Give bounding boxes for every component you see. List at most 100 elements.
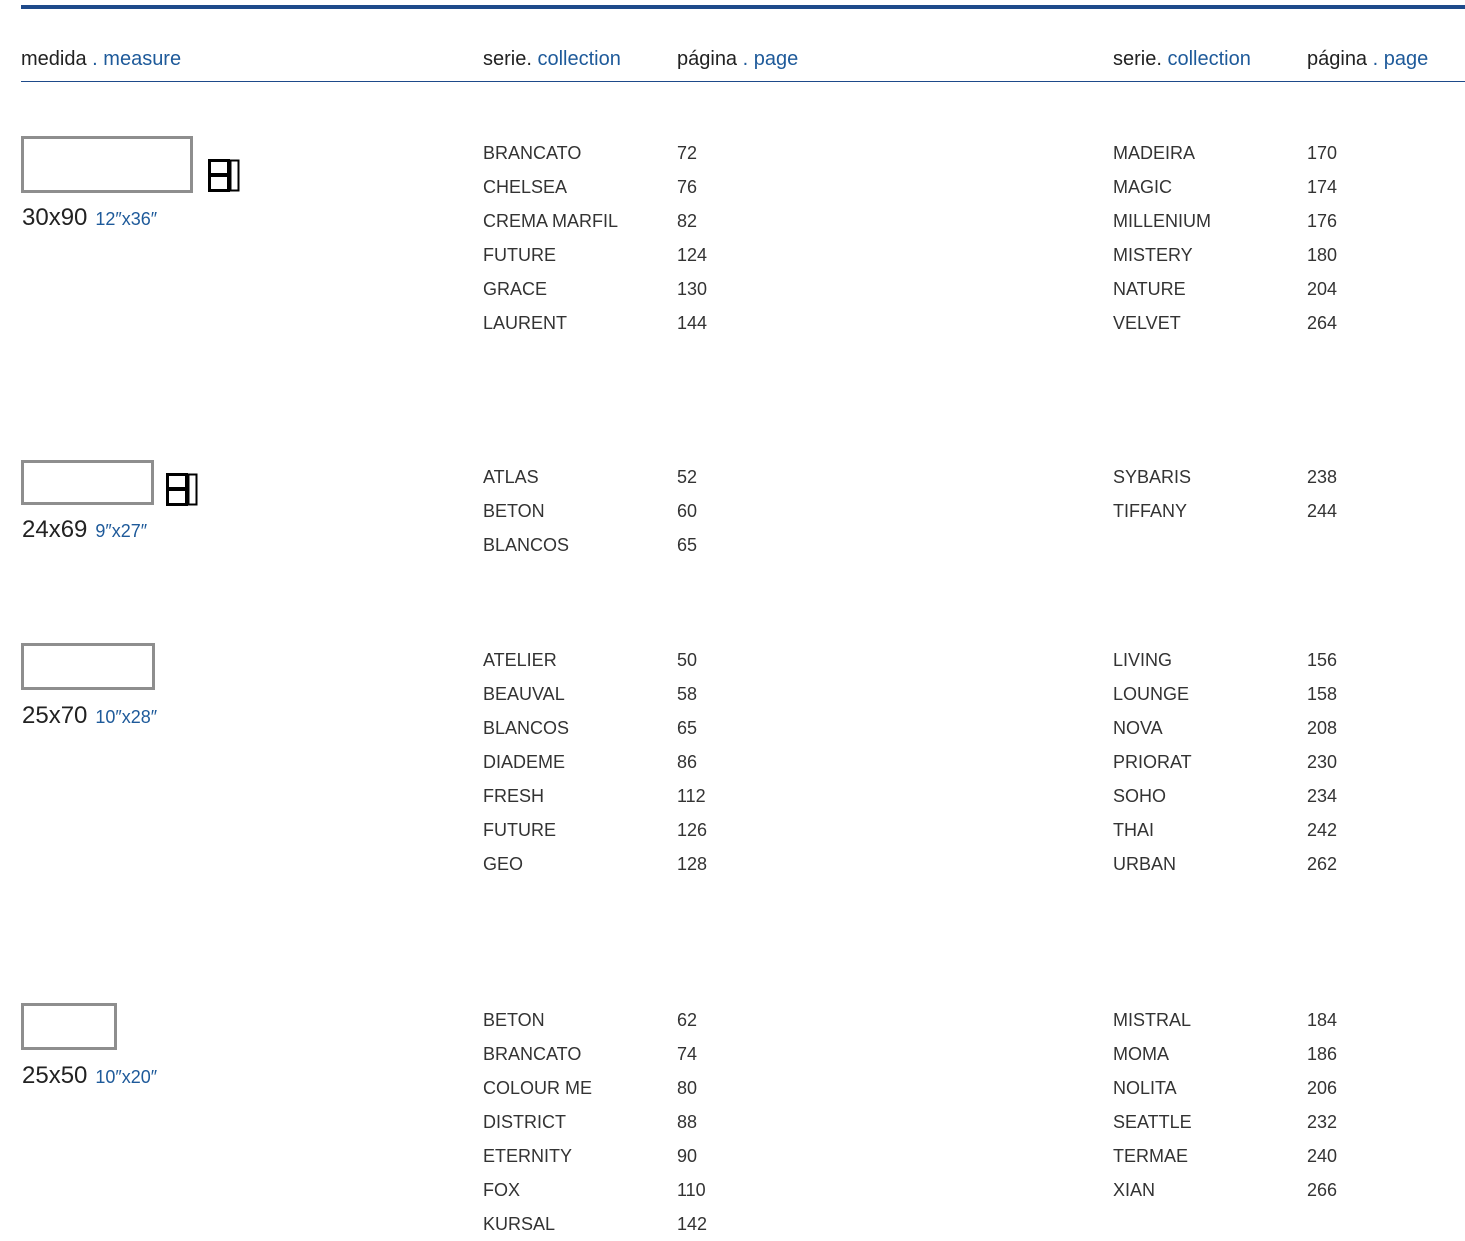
header-page-right: página . page (1307, 47, 1428, 71)
collection-name: URBAN (1113, 854, 1177, 874)
collection-column-right: LIVING LOUNGE NOVA PRIORAT SOHO THAI URB… (1113, 643, 1192, 881)
size-label: 30x90 12″x36″ (22, 204, 157, 233)
size-cm: 24x69 (22, 516, 88, 543)
page-column-right: 238 244 (1307, 460, 1337, 528)
page-number: 124 (677, 245, 708, 265)
size-cm: 30x90 (22, 204, 88, 231)
collection-name: MADEIRA (1113, 143, 1196, 163)
header-page-es: página (1307, 48, 1368, 70)
page-number: 76 (677, 177, 698, 197)
header-page-left: página . page (677, 47, 798, 71)
collection-name: TERMAE (1113, 1146, 1189, 1166)
page-number: 144 (677, 313, 708, 333)
page-number: 128 (677, 854, 708, 874)
collection-name: BLANCOS (483, 718, 570, 738)
collection-column-right: MADEIRA MAGIC MILLENIUM MISTERY NATURE V… (1113, 136, 1211, 340)
page-number: 90 (677, 1146, 698, 1166)
page-column-right: 170 174 176 180 204 264 (1307, 136, 1337, 340)
collection-name: ATELIER (483, 650, 557, 670)
header-collection-es: serie. (483, 48, 532, 70)
header-collection-left: serie. collection (483, 47, 621, 71)
collection-name: THAI (1113, 820, 1155, 840)
page-number: 232 (1307, 1112, 1338, 1132)
header-collection-en: collection (537, 48, 621, 70)
collection-name: GRACE (483, 279, 548, 299)
page-number: 244 (1307, 501, 1338, 521)
page-number: 206 (1307, 1078, 1338, 1098)
collection-name: DIADEME (483, 752, 566, 772)
page-number: 126 (677, 820, 708, 840)
header-collection-right: serie. collection (1113, 47, 1251, 71)
page-number: 234 (1307, 786, 1338, 806)
page-number: 62 (677, 1010, 698, 1030)
collection-name: NOLITA (1113, 1078, 1177, 1098)
tile-format-icon (166, 473, 198, 506)
size-in: 10″x28″ (95, 707, 158, 727)
page-number: 266 (1307, 1180, 1338, 1200)
page-number: 156 (1307, 650, 1338, 670)
page-column-left: 72 76 82 124 130 144 (677, 136, 707, 340)
collection-name: SYBARIS (1113, 467, 1192, 487)
header-collection-es: serie. (1113, 48, 1162, 70)
collection-column-left: BRANCATO CHELSEA CREMA MARFIL FUTURE GRA… (483, 136, 618, 340)
page-number: 58 (677, 684, 698, 704)
tile-preview (21, 136, 193, 193)
page-number: 65 (677, 535, 698, 555)
page-number: 52 (677, 467, 698, 487)
page-number: 176 (1307, 211, 1338, 231)
tile-preview (21, 1003, 117, 1050)
size-cm: 25x50 (22, 1062, 88, 1089)
collection-name: DISTRICT (483, 1112, 566, 1132)
collection-column-left: ATELIER BEAUVAL BLANCOS DIADEME FRESH FU… (483, 643, 569, 881)
collection-column-left: BETON BRANCATO COLOUR ME DISTRICT ETERNI… (483, 1003, 592, 1241)
collection-name: ETERNITY (483, 1146, 573, 1166)
page-number: 238 (1307, 467, 1338, 487)
page-number: 50 (677, 650, 698, 670)
tile-preview (21, 643, 155, 690)
page-number: 88 (677, 1112, 698, 1132)
size-label: 24x69 9″x27″ (22, 516, 147, 545)
header-rule (21, 81, 1465, 82)
page-number: 86 (677, 752, 698, 772)
collection-name: LIVING (1113, 650, 1173, 670)
collection-name: VELVET (1113, 313, 1181, 333)
collection-name: CREMA MARFIL (483, 211, 619, 231)
collection-name: ATLAS (483, 467, 539, 487)
collection-name: MISTERY (1113, 245, 1193, 265)
collection-name: FRESH (483, 786, 545, 806)
size-in: 10″x20″ (95, 1067, 158, 1087)
collection-name: BRANCATO (483, 143, 582, 163)
collection-name: BETON (483, 501, 545, 521)
header-page-en: page (753, 48, 799, 70)
collection-name: GEO (483, 854, 524, 874)
collection-name: TIFFANY (1113, 501, 1188, 521)
collection-name: LAURENT (483, 313, 568, 333)
page-number: 204 (1307, 279, 1338, 299)
collection-name: BETON (483, 1010, 545, 1030)
collection-name: XIAN (1113, 1180, 1156, 1200)
page-number: 65 (677, 718, 698, 738)
page-column-left: 52 60 65 (677, 460, 697, 562)
header-page-en: page (1383, 48, 1429, 70)
header-collection-en: collection (1167, 48, 1251, 70)
page-number: 262 (1307, 854, 1338, 874)
page-number: 112 (677, 786, 706, 806)
collection-name: BLANCOS (483, 535, 570, 555)
collection-name: FUTURE (483, 820, 556, 840)
size-in: 9″x27″ (95, 521, 148, 541)
collection-name: COLOUR ME (483, 1078, 593, 1098)
size-label: 25x50 10″x20″ (22, 1062, 157, 1091)
page-column-left: 50 58 65 86 112 126 128 (677, 643, 707, 881)
page-number: 110 (677, 1180, 706, 1200)
collection-name: FOX (483, 1180, 521, 1200)
collection-name: MAGIC (1113, 177, 1173, 197)
page-number: 240 (1307, 1146, 1338, 1166)
collection-column-right: MISTRAL MOMA NOLITA SEATTLE TERMAE XIAN (1113, 1003, 1192, 1207)
size-cm: 25x70 (22, 702, 88, 729)
page-number: 180 (1307, 245, 1338, 265)
collection-name: MOMA (1113, 1044, 1169, 1064)
page-number: 264 (1307, 313, 1338, 333)
collection-name: NOVA (1113, 718, 1163, 738)
collection-name: FUTURE (483, 245, 556, 265)
collection-name: SOHO (1113, 786, 1167, 806)
